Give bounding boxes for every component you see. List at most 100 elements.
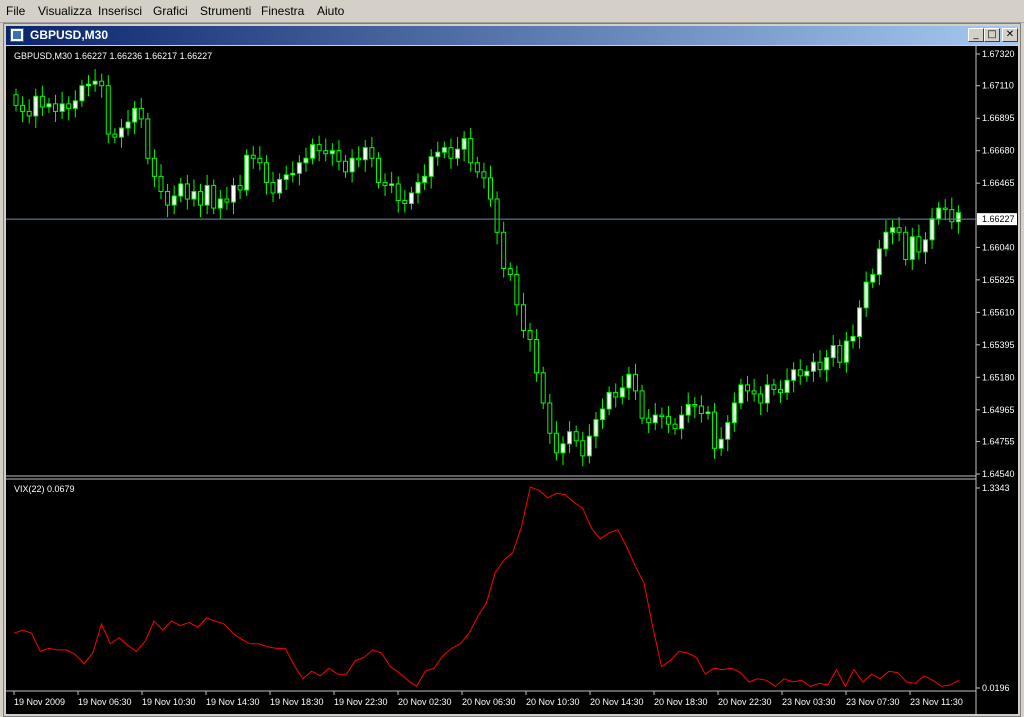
candle-body: [613, 391, 619, 398]
time-tick-label: 20 Nov 02:30: [398, 697, 452, 707]
bid-line: 1.66227: [6, 213, 1017, 226]
candle-body: [857, 307, 863, 338]
candle-body: [797, 369, 803, 377]
candle-body: [837, 345, 843, 363]
current-price-label: 1.66227: [982, 214, 1015, 224]
menu-item-visualizza[interactable]: Visualizza: [38, 4, 92, 18]
menu-item-finestra[interactable]: Finestra: [261, 4, 304, 18]
price-tick-label: 1.65610: [982, 307, 1015, 317]
price-tick-label: 1.64755: [982, 437, 1015, 447]
candle-body: [494, 198, 500, 233]
candle-body: [929, 218, 935, 241]
candle-body: [118, 127, 124, 138]
candle-body: [850, 336, 856, 342]
candle-body: [158, 175, 164, 192]
candle-body: [955, 212, 961, 223]
menu-item-grafici[interactable]: Grafici: [153, 4, 188, 18]
close-button[interactable]: ✕: [1002, 28, 1018, 42]
candle-body: [758, 393, 764, 404]
time-tick-label: 19 Nov 14:30: [206, 697, 260, 707]
candle-body: [586, 435, 592, 457]
price-tick-label: 1.65180: [982, 372, 1015, 382]
candle-body: [59, 103, 65, 112]
menu-item-aiuto[interactable]: Aiuto: [317, 4, 344, 18]
candle-body: [145, 118, 151, 159]
price-tick-label: 1.64965: [982, 405, 1015, 415]
candle-body: [191, 190, 197, 200]
candle-body: [125, 121, 131, 129]
candle-body: [408, 192, 414, 205]
candle-body: [296, 162, 302, 174]
time-axis: 19 Nov 2009 19 Nov 06:30 19 Nov 10:30 19 No…: [13, 691, 963, 707]
candle-body: [336, 150, 342, 162]
candle-body: [791, 369, 797, 381]
indicator-tick-label: 0.0196: [982, 683, 1010, 693]
candle-body: [132, 107, 138, 123]
candle-body: [606, 391, 612, 410]
candle-body: [679, 414, 685, 430]
maximize-button[interactable]: □: [984, 28, 1000, 42]
candle-body: [237, 184, 243, 191]
candle-body: [85, 83, 91, 87]
candle-body: [619, 387, 625, 398]
candle-body: [263, 162, 269, 183]
candle-body: [329, 150, 335, 155]
candle-body: [659, 414, 665, 418]
candle-body: [53, 103, 59, 112]
candle-body: [870, 274, 876, 283]
price-tick-label: 1.65825: [982, 275, 1015, 285]
candle-body: [810, 361, 816, 372]
main-panel-header: GBPUSD,M30 1.66227 1.66236 1.66217 1.662…: [14, 51, 212, 61]
time-tick-label: 19 Nov 22:30: [334, 697, 388, 707]
candle-body: [178, 183, 184, 197]
candle-body: [540, 372, 546, 404]
candle-body: [942, 207, 948, 211]
candle-body: [903, 231, 909, 260]
price-tick-label: 1.65395: [982, 340, 1015, 350]
menu-item-strumenti[interactable]: Strumenti: [200, 4, 251, 18]
candle-body: [224, 198, 230, 203]
chart-window-icon: [10, 28, 24, 42]
indicator-tick-label: 1.3343: [982, 483, 1010, 493]
candle-body: [626, 373, 632, 389]
candle-body: [415, 181, 421, 194]
candle-body: [771, 384, 777, 390]
candle-body: [718, 438, 724, 449]
candle-body: [428, 156, 434, 177]
candle-body: [922, 239, 928, 253]
candle-body: [580, 440, 586, 457]
candle-body: [362, 147, 368, 161]
window-title: GBPUSD,M30: [30, 28, 109, 42]
candle-body: [277, 178, 283, 194]
time-tick-label: 19 Nov 18:30: [270, 697, 324, 707]
candle-body: [593, 419, 599, 437]
candle-body: [310, 144, 316, 159]
candle-body: [507, 268, 513, 276]
candle-body: [731, 402, 737, 424]
candle-body: [876, 248, 882, 276]
candle-body: [112, 133, 118, 138]
candle-body: [560, 443, 566, 454]
price-tick-label: 1.66040: [982, 242, 1015, 252]
candle-body: [685, 404, 691, 416]
candle-body: [672, 423, 678, 430]
chart-area[interactable]: GBPUSD,M30 1.66227 1.66236 1.66217 1.662…: [6, 46, 1018, 714]
menu-item-inserisci[interactable]: Inserisci: [98, 4, 142, 18]
menu-item-file[interactable]: File: [6, 4, 25, 18]
candle-body: [573, 431, 579, 442]
candle-body: [66, 103, 72, 109]
candle-body: [646, 417, 652, 424]
time-tick-label: 20 Nov 14:30: [590, 697, 644, 707]
candle-body: [422, 175, 428, 183]
time-tick-label: 19 Nov 10:30: [142, 697, 196, 707]
candle-body: [20, 104, 26, 112]
indicator-axis: 1.3343 0.0196: [976, 483, 1010, 693]
candle-body: [725, 422, 731, 440]
candle-body: [151, 157, 157, 177]
window-titlebar[interactable]: GBPUSD,M30 _ □ ✕: [6, 26, 1018, 45]
time-tick-label: 19 Nov 2009: [14, 697, 65, 707]
candle-body: [896, 227, 902, 233]
minimize-button[interactable]: _: [968, 28, 984, 42]
candle-body: [211, 184, 217, 209]
price-tick-label: 1.67320: [982, 49, 1015, 59]
